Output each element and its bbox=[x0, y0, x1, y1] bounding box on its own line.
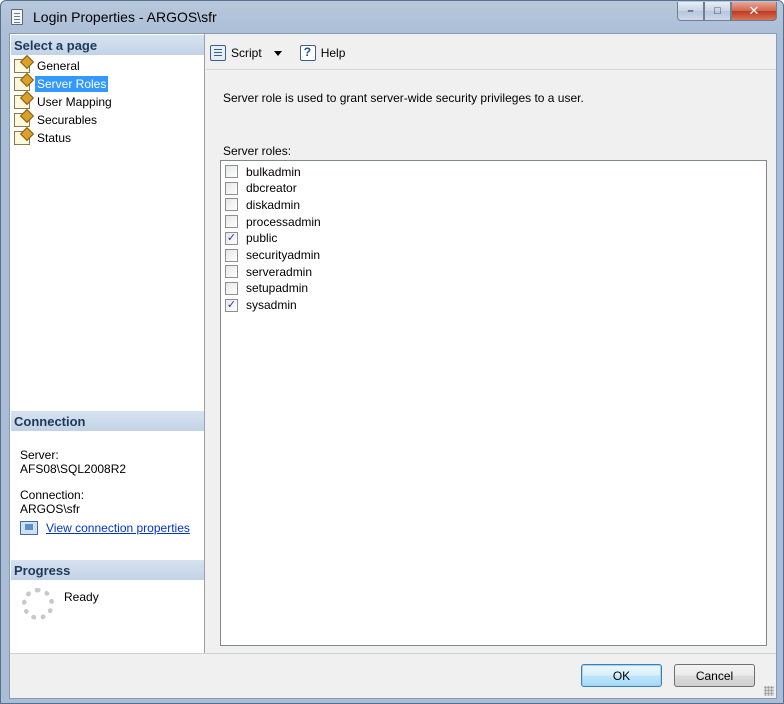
minimize-button[interactable]: – bbox=[677, 2, 704, 21]
role-label: dbcreator bbox=[246, 181, 297, 196]
page-item-user-mapping[interactable]: User Mapping bbox=[14, 93, 114, 111]
page-wrench-icon bbox=[14, 59, 30, 73]
role-label: processadmin bbox=[246, 214, 321, 229]
progress-status: Ready bbox=[64, 590, 99, 604]
page-item-label: User Mapping bbox=[37, 95, 112, 109]
progress-header: Progress bbox=[11, 560, 204, 580]
page-item-server-roles[interactable]: Server Roles bbox=[14, 75, 114, 93]
select-page-header: Select a page bbox=[11, 35, 204, 55]
role-checkbox[interactable] bbox=[225, 265, 238, 279]
connection-properties-icon bbox=[20, 521, 38, 535]
role-checkbox[interactable] bbox=[225, 248, 238, 262]
title-bar[interactable]: Login Properties - ARGOS\sfr – □ ✕ bbox=[1, 1, 783, 33]
role-item-processadmin[interactable]: processadmin bbox=[225, 213, 321, 230]
window-title: Login Properties - ARGOS\sfr bbox=[33, 9, 217, 25]
maximize-button[interactable]: □ bbox=[704, 2, 731, 21]
role-checkbox[interactable]: ✓ bbox=[225, 298, 238, 312]
cancel-button[interactable]: Cancel bbox=[674, 664, 755, 687]
toolbar-divider bbox=[206, 69, 776, 70]
role-item-sysadmin[interactable]: ✓ sysadmin bbox=[225, 297, 297, 314]
server-roles-list[interactable]: bulkadmin dbcreator diskadmin processadmin ✓… bbox=[220, 160, 767, 646]
help-icon bbox=[299, 45, 316, 61]
progress-indicator: Ready bbox=[22, 588, 99, 620]
server-value: AFS08\SQL2008R2 bbox=[20, 462, 127, 476]
script-icon bbox=[210, 45, 226, 61]
connection-header: Connection bbox=[11, 411, 204, 431]
left-panel: Select a page General Server Roles User … bbox=[10, 34, 205, 653]
connection-label: Connection: bbox=[20, 488, 85, 502]
toolbar: Script Help bbox=[210, 42, 355, 64]
close-button[interactable]: ✕ bbox=[731, 2, 777, 21]
dialog-client-area: Select a page General Server Roles User … bbox=[9, 33, 777, 699]
role-label: public bbox=[246, 231, 278, 246]
help-button-label: Help bbox=[320, 46, 346, 60]
login-properties-window: Login Properties - ARGOS\sfr – □ ✕ Selec… bbox=[0, 0, 784, 704]
page-wrench-icon bbox=[14, 113, 30, 127]
role-label: sysadmin bbox=[246, 298, 297, 313]
role-item-setupadmin[interactable]: setupadmin bbox=[225, 280, 308, 297]
server-label: Server: bbox=[20, 448, 59, 462]
page-wrench-icon bbox=[14, 95, 30, 109]
dialog-button-bar: OK Cancel bbox=[10, 653, 776, 698]
page-item-status[interactable]: Status bbox=[14, 129, 114, 147]
role-label: serveradmin bbox=[246, 264, 313, 279]
page-wrench-icon bbox=[14, 131, 30, 145]
server-roles-label: Server roles: bbox=[223, 144, 292, 158]
document-icon bbox=[11, 9, 23, 25]
page-wrench-icon bbox=[14, 77, 30, 91]
view-connection-properties-link[interactable]: View connection properties bbox=[20, 521, 190, 535]
chevron-down-icon[interactable] bbox=[273, 50, 282, 56]
role-checkbox[interactable]: ✓ bbox=[225, 231, 238, 245]
role-checkbox[interactable] bbox=[225, 215, 238, 229]
role-item-bulkadmin[interactable]: bulkadmin bbox=[225, 163, 301, 180]
role-label: setupadmin bbox=[246, 281, 309, 296]
page-item-securables[interactable]: Securables bbox=[14, 111, 114, 129]
role-item-dbcreator[interactable]: dbcreator bbox=[225, 180, 297, 197]
page-item-general[interactable]: General bbox=[14, 57, 114, 75]
page-item-label: Status bbox=[37, 131, 72, 145]
window-controls: – □ ✕ bbox=[677, 2, 777, 21]
role-checkbox[interactable] bbox=[225, 198, 238, 212]
page-item-label: Securables bbox=[37, 113, 98, 127]
role-checkbox[interactable] bbox=[225, 181, 238, 195]
role-label: securityadmin bbox=[246, 248, 321, 262]
role-item-securityadmin[interactable]: securityadmin bbox=[225, 247, 320, 264]
role-label: diskadmin bbox=[246, 197, 301, 212]
role-item-serveradmin[interactable]: serveradmin bbox=[225, 263, 312, 280]
role-checkbox[interactable] bbox=[225, 281, 238, 295]
role-label: bulkadmin bbox=[246, 164, 301, 179]
page-item-label: General bbox=[37, 59, 80, 73]
help-button[interactable]: Help bbox=[299, 45, 346, 61]
role-checkbox[interactable] bbox=[225, 165, 238, 178]
connection-value: ARGOS\sfr bbox=[20, 502, 81, 516]
progress-spinner-icon bbox=[22, 588, 54, 620]
script-button[interactable]: Script bbox=[210, 45, 290, 61]
role-item-public[interactable]: ✓ public bbox=[225, 230, 277, 247]
ok-button[interactable]: OK bbox=[581, 664, 662, 687]
page-list: General Server Roles User Mapping Secura… bbox=[14, 57, 114, 147]
page-description: Server role is used to grant server-wide… bbox=[223, 91, 584, 105]
view-connection-link-text[interactable]: View connection properties bbox=[46, 521, 190, 535]
script-button-label: Script bbox=[231, 46, 262, 60]
connection-info: Server: AFS08\SQL2008R2 Connection: ARGO… bbox=[20, 448, 126, 516]
page-item-label: Server Roles bbox=[35, 76, 109, 92]
role-item-diskadmin[interactable]: diskadmin bbox=[225, 196, 300, 213]
resize-grip-icon[interactable] bbox=[764, 686, 774, 696]
